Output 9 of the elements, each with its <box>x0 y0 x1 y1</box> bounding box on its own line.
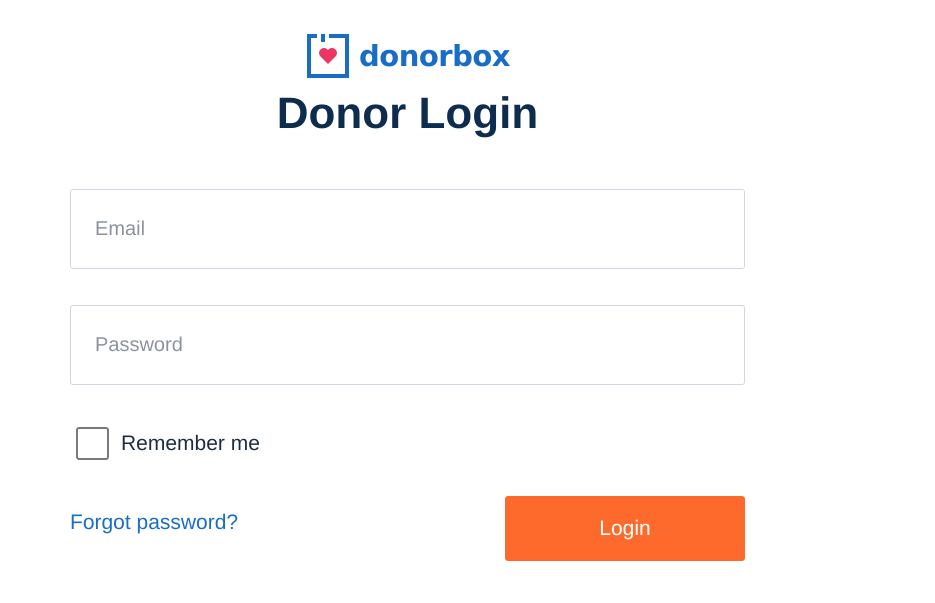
logo-text: donorbox <box>359 39 510 73</box>
forgot-password-link[interactable]: Forgot password? <box>70 510 238 534</box>
page-title: Donor Login <box>276 89 538 139</box>
login-button[interactable]: Login <box>505 496 745 561</box>
email-field[interactable]: Email <box>70 189 745 269</box>
remember-checkbox[interactable] <box>76 427 109 460</box>
logo-icon <box>305 33 352 79</box>
remember-label: Remember me <box>121 432 260 456</box>
password-field[interactable]: Password <box>70 305 745 385</box>
